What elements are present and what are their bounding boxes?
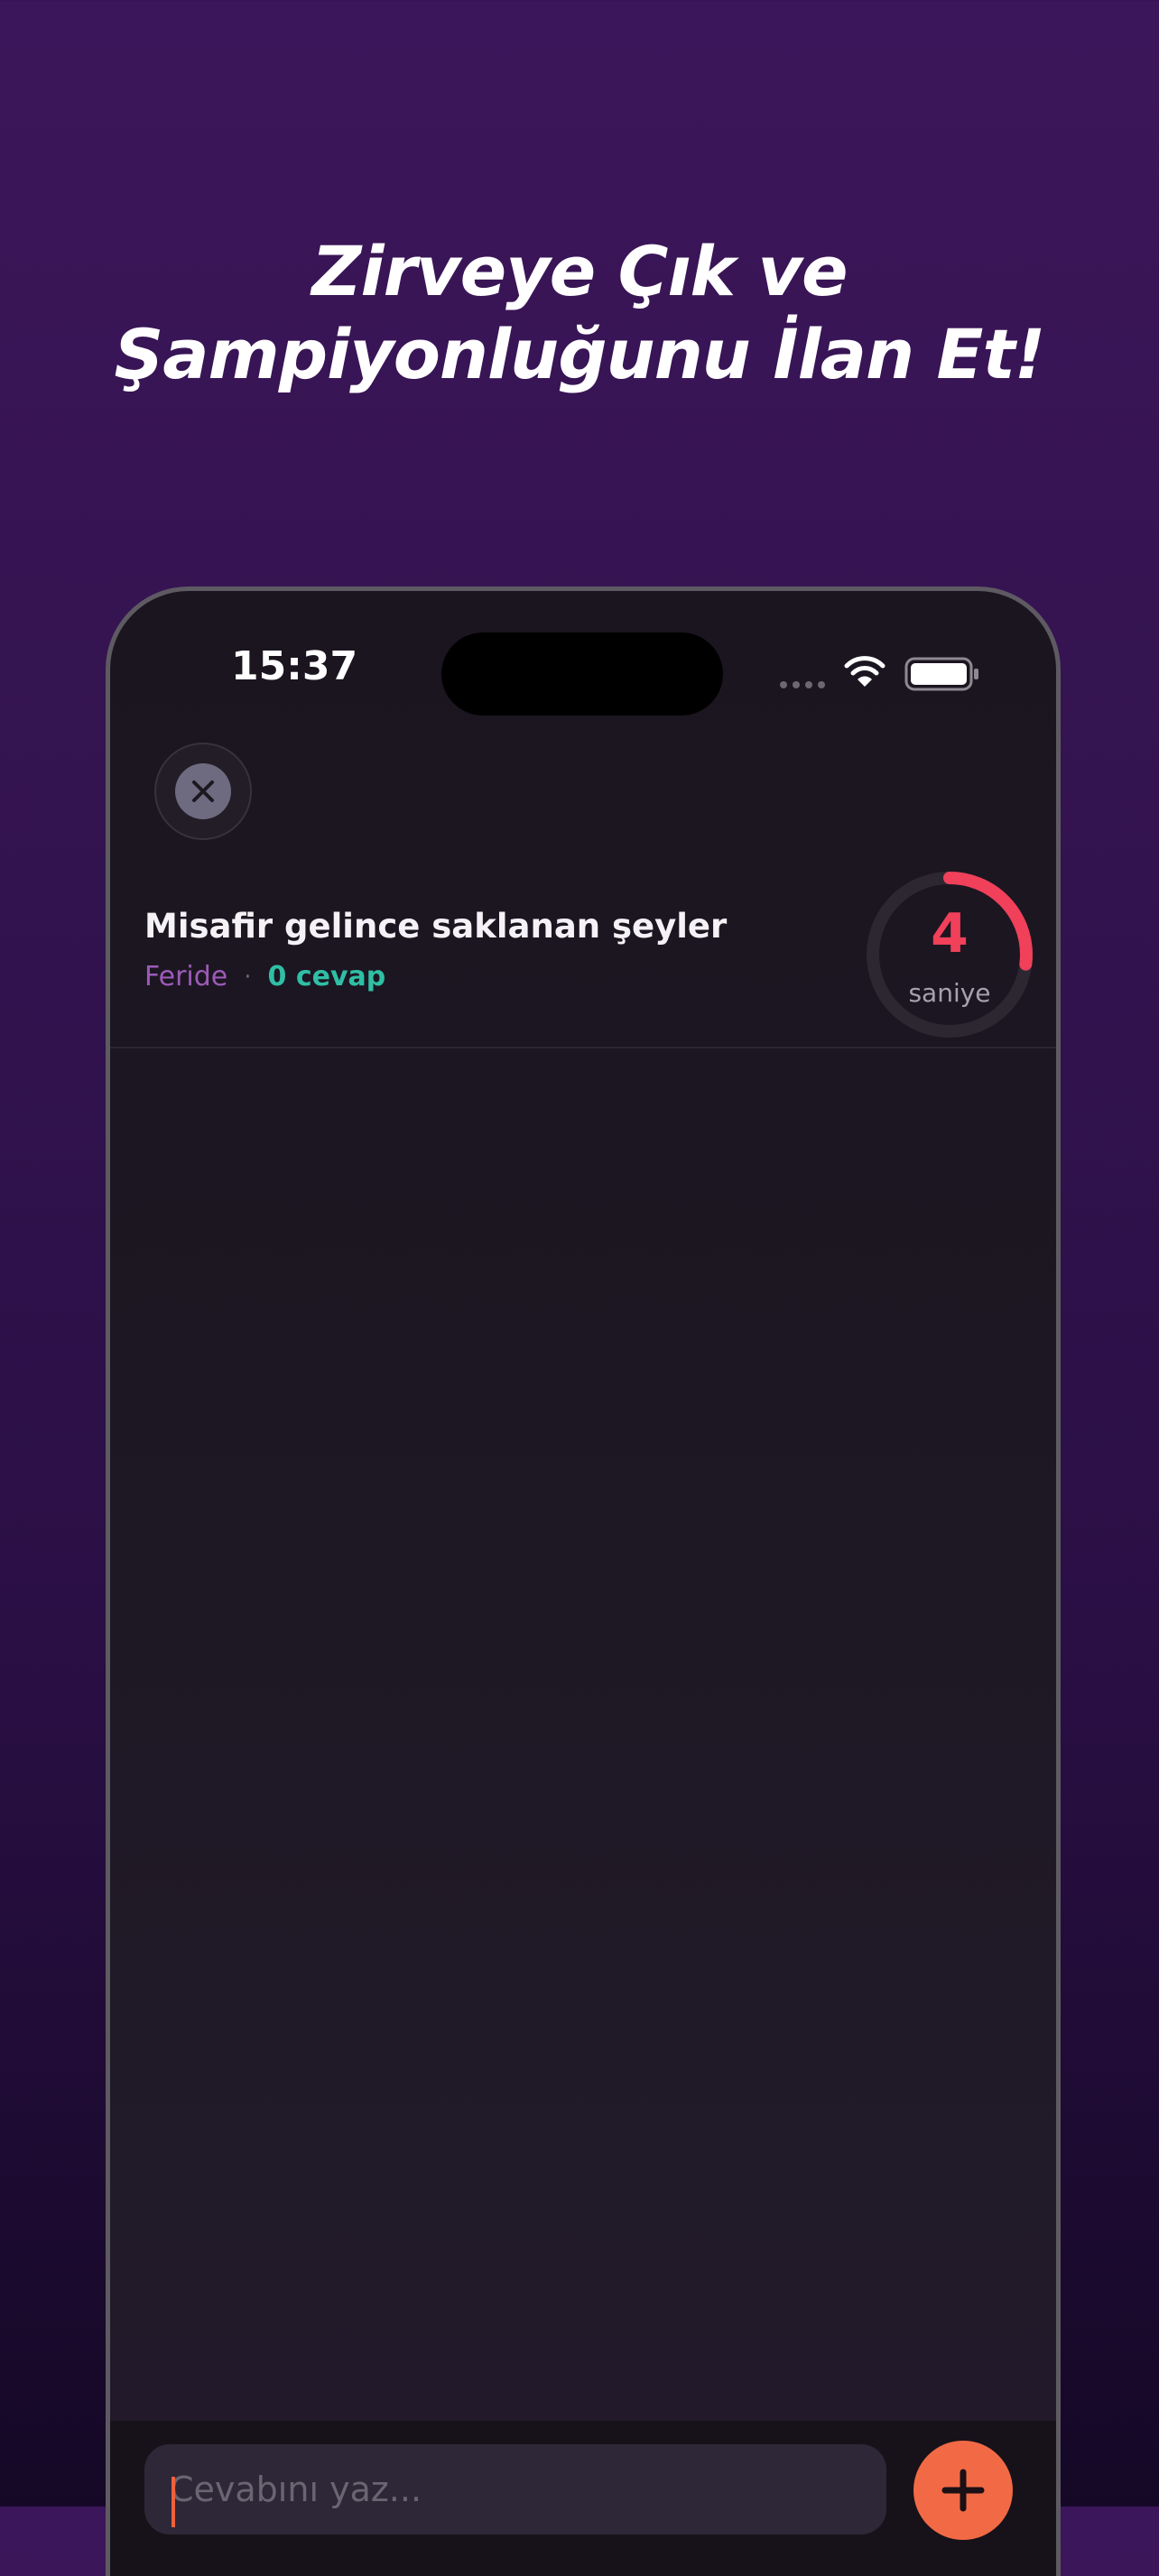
promo-headline: Zirveye Çık ve Şampiyonluğunu İlan Et! <box>0 230 1159 396</box>
phone-frame: 15:37 Misafir gelince saklanan şeyler Fe… <box>106 586 1061 2576</box>
promo-headline-line1: Zirveye Çık ve <box>311 231 848 311</box>
question-title: Misafir gelince saklanan şeyler <box>144 907 728 946</box>
battery-icon <box>904 657 978 691</box>
answer-count: 0 cevap <box>267 961 386 993</box>
add-answer-button[interactable] <box>913 2441 1013 2540</box>
question-meta: Feride · 0 cevap <box>144 961 385 993</box>
meta-separator: · <box>244 963 252 991</box>
countdown-timer: 4 saniye <box>859 864 1040 1045</box>
wifi-icon <box>844 656 885 687</box>
countdown-unit: saniye <box>908 978 991 1008</box>
header-divider <box>110 1047 1056 1048</box>
text-caret <box>172 2477 175 2527</box>
question-author: Feride <box>144 961 228 993</box>
status-time: 15:37 <box>231 643 358 689</box>
close-button[interactable] <box>154 743 252 840</box>
cellular-signal-icon <box>780 681 825 688</box>
close-icon <box>175 763 231 819</box>
dynamic-island <box>441 632 723 716</box>
countdown-value: 4 <box>931 902 969 965</box>
promo-headline-line2: Şampiyonluğunu İlan Et! <box>114 314 1046 394</box>
plus-icon <box>941 2469 985 2512</box>
answer-input[interactable] <box>144 2444 886 2534</box>
